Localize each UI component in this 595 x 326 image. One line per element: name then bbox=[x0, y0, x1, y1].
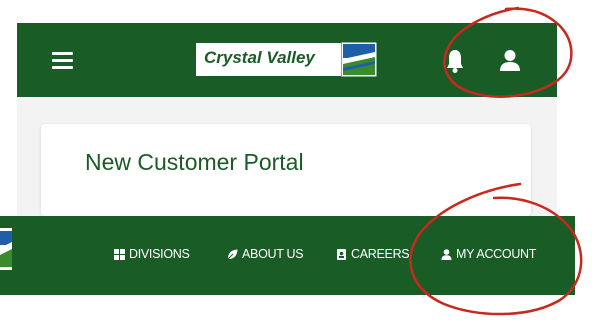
user-icon bbox=[441, 248, 452, 260]
logo-text: Crystal Valley bbox=[204, 48, 315, 67]
page-title: New Customer Portal bbox=[85, 149, 304, 175]
logo[interactable]: Crystal Valley bbox=[195, 42, 377, 79]
desktop-nav-bar: DIVISIONS ABOUT US CAREERS MY ACCOUNT bbox=[0, 216, 575, 295]
grid-icon bbox=[114, 248, 125, 260]
nav-item-careers-label: CAREERS bbox=[351, 247, 410, 261]
nav-item-divisions-label: DIVISIONS bbox=[129, 247, 190, 261]
mobile-header: Crystal Valley bbox=[17, 23, 557, 97]
bell-icon[interactable] bbox=[445, 48, 465, 74]
logo-fragment-icon[interactable] bbox=[0, 228, 14, 270]
hamburger-menu-icon[interactable] bbox=[52, 52, 73, 69]
leaf-icon bbox=[227, 249, 238, 260]
id-badge-icon bbox=[337, 248, 346, 260]
nav-item-about-us[interactable]: ABOUT US bbox=[227, 246, 304, 262]
nav-item-my-account[interactable]: MY ACCOUNT bbox=[441, 246, 536, 262]
nav-item-my-account-label: MY ACCOUNT bbox=[456, 247, 537, 261]
logo-box: Crystal Valley bbox=[195, 42, 343, 77]
nav-item-divisions[interactable]: DIVISIONS bbox=[114, 246, 190, 262]
portal-card: New Customer Portal bbox=[41, 124, 531, 216]
nav-item-about-us-label: ABOUT US bbox=[242, 247, 304, 261]
nav-item-careers[interactable]: CAREERS bbox=[336, 246, 410, 262]
logo-flag-icon bbox=[341, 42, 377, 77]
user-icon[interactable] bbox=[499, 49, 521, 72]
